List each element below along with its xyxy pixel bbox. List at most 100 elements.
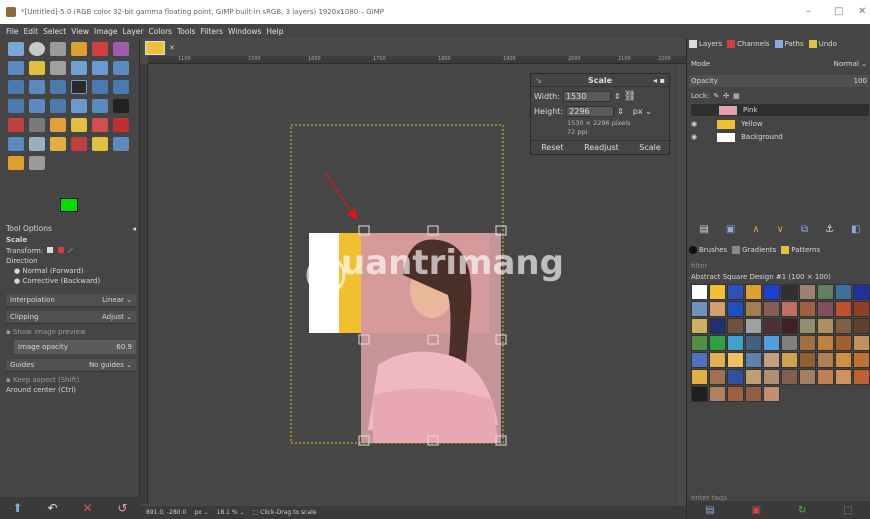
pattern-swatch[interactable] (835, 318, 852, 334)
pattern-swatch[interactable] (853, 318, 870, 334)
open-as-image-icon[interactable]: ⬚ (843, 505, 852, 516)
pattern-swatch[interactable] (799, 352, 816, 368)
lock-pixels-icon[interactable]: ✎ (713, 92, 719, 100)
pattern-swatch[interactable] (763, 369, 780, 385)
menu-windows[interactable]: Windows (228, 27, 261, 36)
eye-icon[interactable]: ◉ (691, 120, 697, 128)
color-select-icon[interactable] (92, 42, 108, 56)
pattern-swatch[interactable] (853, 301, 870, 317)
pattern-swatch[interactable] (763, 318, 780, 334)
tab-undo[interactable]: Undo (808, 40, 837, 48)
width-spin-icon[interactable]: ⇕ (614, 92, 621, 101)
readjust-button[interactable]: Readjust (584, 143, 619, 152)
tab-patterns[interactable]: Patterns (781, 246, 820, 254)
pattern-swatch[interactable] (691, 284, 708, 300)
tab-layers[interactable]: Layers (689, 40, 722, 48)
smudge-icon[interactable] (92, 137, 108, 151)
paintbrush-icon[interactable] (71, 118, 87, 132)
handle-transform-icon[interactable] (92, 99, 108, 113)
pattern-swatch[interactable] (727, 386, 744, 402)
pattern-swatch[interactable] (781, 369, 798, 385)
menu-help[interactable]: Help (266, 27, 283, 36)
pattern-swatch[interactable] (709, 369, 726, 385)
maximize-button[interactable]: □ (834, 6, 843, 17)
ellipse-select-icon[interactable] (29, 42, 45, 56)
pattern-swatch[interactable] (691, 386, 708, 402)
pattern-swatch[interactable] (835, 335, 852, 351)
pattern-swatch[interactable] (727, 369, 744, 385)
airbrush-icon[interactable] (113, 118, 129, 132)
menu-view[interactable]: View (71, 27, 89, 36)
color-picker-icon[interactable] (50, 61, 66, 75)
image-opacity-spinner[interactable]: Image opacity 60.9 (14, 340, 136, 354)
unit-selector[interactable]: px ⌄ (194, 509, 208, 516)
mypaint-icon[interactable] (29, 137, 45, 151)
rotate-icon[interactable] (50, 80, 66, 94)
pattern-swatch[interactable] (763, 352, 780, 368)
heal-icon[interactable] (71, 137, 87, 151)
pattern-swatch[interactable] (691, 352, 708, 368)
tab-channels[interactable]: Channels (727, 40, 770, 48)
restore-options-icon[interactable]: ↶ (47, 501, 57, 515)
paths-icon[interactable] (29, 61, 45, 75)
move-icon[interactable] (113, 61, 129, 75)
menu-file[interactable]: File (6, 27, 19, 36)
duplicate-layer-icon[interactable]: ⧉ (801, 224, 808, 235)
fuzzy-select-icon[interactable] (71, 42, 87, 56)
pattern-swatch[interactable] (853, 335, 870, 351)
scale-icon[interactable] (71, 80, 87, 94)
pattern-swatch[interactable] (709, 301, 726, 317)
new-layer-icon[interactable]: ▤ (699, 224, 708, 235)
height-input[interactable]: 2296 (566, 106, 615, 117)
lower-layer-icon[interactable]: ∨ (777, 224, 784, 235)
pattern-swatch[interactable] (853, 369, 870, 385)
pattern-swatch[interactable] (763, 301, 780, 317)
pattern-swatch[interactable] (853, 352, 870, 368)
menu-filters[interactable]: Filters (200, 27, 222, 36)
edit-pattern-icon[interactable]: ▤ (705, 505, 714, 516)
transform-path-icon[interactable]: ⟋ (68, 247, 73, 255)
layer-row-pink[interactable]: Pink (691, 104, 869, 116)
pattern-swatch[interactable] (799, 335, 816, 351)
direction-corrective-radio[interactable]: ● Corrective (Backward) (6, 277, 136, 285)
lock-position-icon[interactable]: ✣ (723, 92, 729, 100)
lock-alpha-icon[interactable]: ▦ (733, 92, 740, 100)
pattern-swatch[interactable] (781, 335, 798, 351)
unified-transform-icon[interactable] (71, 99, 87, 113)
cage-icon[interactable] (29, 99, 45, 113)
foreground-select-icon[interactable] (8, 61, 24, 75)
pattern-swatch[interactable] (835, 352, 852, 368)
dialog-menu-icon[interactable]: ◂ ▪ (653, 76, 665, 85)
duplicate-pattern-icon[interactable]: ▣ (752, 505, 761, 516)
pattern-swatch[interactable] (817, 284, 834, 300)
panel-menu-icon[interactable]: ◂ (132, 224, 136, 233)
pattern-swatch[interactable] (799, 318, 816, 334)
layer-row-yellow[interactable]: ◉ Yellow (691, 118, 869, 130)
menu-tools[interactable]: Tools (177, 27, 195, 36)
gradient-icon[interactable] (29, 118, 45, 132)
pattern-swatch[interactable] (853, 284, 870, 300)
pattern-swatch[interactable] (835, 369, 852, 385)
eraser-icon[interactable] (92, 118, 108, 132)
pattern-swatch[interactable] (745, 386, 762, 402)
menu-select[interactable]: Select (43, 27, 66, 36)
pattern-swatch[interactable] (727, 301, 744, 317)
pattern-swatch[interactable] (799, 301, 816, 317)
around-center-checkbox[interactable]: Around center (Ctrl) (6, 386, 136, 394)
new-group-icon[interactable]: ▣ (726, 224, 735, 235)
menu-colors[interactable]: Colors (148, 27, 172, 36)
tab-brushes[interactable]: Brushes (689, 246, 727, 254)
rect-select-icon[interactable] (8, 42, 24, 56)
perspective-icon[interactable] (113, 80, 129, 94)
flip-icon[interactable] (8, 99, 24, 113)
menu-edit[interactable]: Edit (24, 27, 39, 36)
clone-icon[interactable] (50, 137, 66, 151)
tab-gradients[interactable]: Gradients (732, 246, 776, 254)
pattern-swatch[interactable] (817, 301, 834, 317)
pattern-swatch[interactable] (745, 352, 762, 368)
pattern-swatch[interactable] (781, 301, 798, 317)
width-input[interactable]: 1530 (562, 91, 611, 102)
pattern-swatch[interactable] (745, 318, 762, 334)
clipping-dropdown[interactable]: Clipping Adjust ⌄ (6, 311, 136, 324)
pattern-swatch[interactable] (781, 352, 798, 368)
